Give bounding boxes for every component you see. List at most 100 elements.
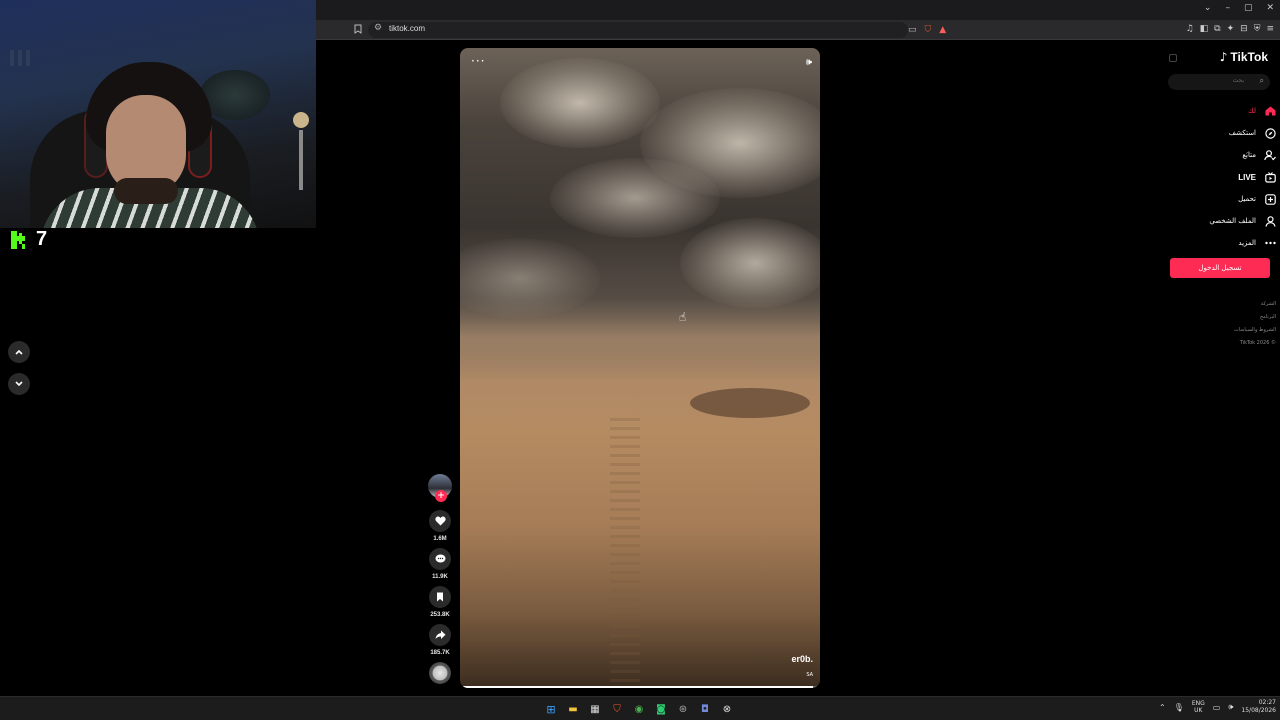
footer-link-terms[interactable]: الشروط والسياسات xyxy=(1234,324,1276,337)
address-bar-actions: ▭ ⛉ ▲ xyxy=(908,25,946,35)
clock[interactable]: 02:27 15/08/2026 xyxy=(1241,699,1276,715)
footer-link-program[interactable]: البرنامج xyxy=(1234,311,1276,324)
mouse-cursor-icon: ☝ xyxy=(679,310,687,324)
sand-tracks xyxy=(610,418,640,688)
tiktok-sidebar: ♪ TikTok بحث ⌕ لك استكشف متابَع LIVE تحم… xyxy=(1166,48,1280,358)
address-bar[interactable]: ⚙ tiktok.com ▭ ⛉ ▲ xyxy=(368,22,946,38)
chevron-down-icon xyxy=(15,381,23,387)
more-icon xyxy=(1264,237,1276,249)
sidebar-item-for-you[interactable]: لك xyxy=(1166,100,1280,122)
chevron-up-icon xyxy=(15,349,23,355)
search-input[interactable]: بحث ⌕ xyxy=(1168,74,1270,90)
dust-haze xyxy=(460,298,820,378)
chrome-icon[interactable]: ◉ xyxy=(632,702,646,716)
minimize-icon[interactable]: – xyxy=(1225,3,1230,13)
windows-start-icon[interactable]: ⊞ xyxy=(544,702,558,716)
upload-icon xyxy=(1264,193,1276,205)
following-icon xyxy=(1264,149,1276,161)
cast-icon[interactable]: ▭ xyxy=(908,25,917,35)
tiktok-note-icon: ♪ xyxy=(1219,50,1228,64)
language-indicator[interactable]: ENG UK xyxy=(1192,700,1205,714)
video-progress-fill xyxy=(460,686,813,688)
collapse-sidebar-icon[interactable] xyxy=(1169,54,1177,62)
sound-icon[interactable]: 🕪 xyxy=(806,57,812,68)
wall-sign xyxy=(10,50,66,66)
previous-video-button[interactable] xyxy=(8,341,30,363)
like-count: 1.6M xyxy=(433,536,447,542)
sidebar-footer: الشركة البرنامج الشروط والسياسات © 2026 … xyxy=(1234,298,1276,350)
comment-button[interactable] xyxy=(429,548,451,570)
close-icon[interactable]: ✕ xyxy=(1266,3,1274,13)
wallet-icon[interactable]: ⊟ xyxy=(1240,24,1248,34)
video-tag: SA xyxy=(806,672,813,678)
share-button[interactable] xyxy=(429,624,451,646)
streamer-beard xyxy=(114,178,178,204)
music-disc-icon[interactable] xyxy=(429,662,451,684)
browser-toolbar: ⚙ tiktok.com ▭ ⛉ ▲ ♫ ◧ ⧉ ✦ ⊟ ⛨ ≡ xyxy=(316,20,1280,40)
bookmark-icon[interactable] xyxy=(354,24,364,36)
media-icon[interactable]: ♫ xyxy=(1186,24,1194,34)
site-settings-icon[interactable]: ⚙ xyxy=(374,23,382,33)
taskbar-apps: ⊞ ▬ ▦ ⛉ ◉ ◙ ⊛ ◘ ⊗ xyxy=(544,702,734,716)
creator-avatar[interactable]: + xyxy=(428,474,452,502)
github-icon[interactable]: ⊛ xyxy=(676,702,690,716)
sidebar-item-upload[interactable]: تحميل xyxy=(1166,188,1280,210)
spotify-icon[interactable]: ◙ xyxy=(654,702,668,716)
maximize-icon[interactable]: ▢ xyxy=(1244,3,1253,13)
url-text[interactable]: tiktok.com xyxy=(389,24,425,33)
kick-logo-icon xyxy=(10,230,30,250)
dune-rocks xyxy=(690,388,810,418)
follow-button[interactable]: + xyxy=(435,490,447,502)
footer-copyright: © 2026 TikTok xyxy=(1239,340,1276,346)
heart-icon xyxy=(434,516,446,526)
tabs-icon[interactable]: ⧉ xyxy=(1214,24,1220,34)
sidebar-item-more[interactable]: المزيد xyxy=(1166,232,1280,254)
search-icon[interactable]: ⌕ xyxy=(1260,76,1264,86)
screen: ⌄ – ▢ ✕ ⚙ tiktok.com ▭ ⛉ ▲ ♫ ◧ ⧉ ✦ ⊟ ⛨ ≡ xyxy=(0,0,1280,720)
file-explorer-icon[interactable]: ▬ xyxy=(566,702,580,716)
video-more-options-icon[interactable]: ··· xyxy=(471,54,485,68)
system-tray: ⌃ 🎙 ENG UK ▭ 🕪 02:27 15/08/2026 xyxy=(1159,699,1276,715)
share-icon xyxy=(435,630,445,639)
like-button[interactable] xyxy=(429,510,451,532)
next-video-button[interactable] xyxy=(8,373,30,395)
kick-viewer-badge: 7 xyxy=(10,228,47,251)
video-progress-bar[interactable] xyxy=(460,686,820,688)
save-count: 253.8K xyxy=(430,612,450,618)
video-player[interactable]: ··· 🕪 ☝ er0b. SA xyxy=(460,48,820,688)
microphone-icon[interactable]: 🎙 xyxy=(1174,703,1184,712)
sidebar-toggle-icon[interactable]: ◧ xyxy=(1200,24,1209,34)
menu-icon[interactable]: ≡ xyxy=(1266,24,1274,34)
brave-shield-icon[interactable]: ⛉ xyxy=(925,25,932,35)
tiktok-logo[interactable]: ♪ TikTok xyxy=(1220,50,1268,64)
clock-time: 02:27 xyxy=(1258,699,1276,706)
brave-rewards-icon[interactable]: ▲ xyxy=(939,25,946,35)
login-button[interactable]: تسجيل الدخول xyxy=(1170,258,1270,278)
tray-overflow-icon[interactable]: ⌃ xyxy=(1159,703,1166,712)
window-controls: ⌄ – ▢ ✕ xyxy=(1204,3,1274,13)
tab-list-icon[interactable]: ⌄ xyxy=(1204,3,1212,13)
browser-extensions: ♫ ◧ ⧉ ✦ ⊟ ⛨ ≡ xyxy=(1186,24,1274,34)
cloud xyxy=(550,158,720,238)
brave-browser-icon[interactable]: ⛉ xyxy=(610,702,624,716)
volume-icon[interactable]: 🕪 xyxy=(1228,702,1233,712)
calendar-app-icon[interactable]: ▦ xyxy=(588,702,602,716)
live-icon xyxy=(1264,171,1276,183)
sidebar-item-profile[interactable]: الملف الشخصي xyxy=(1166,210,1280,232)
discord-icon[interactable]: ◘ xyxy=(698,702,712,716)
search-placeholder: بحث xyxy=(1232,77,1244,84)
trophy xyxy=(292,112,310,202)
clock-date: 15/08/2026 xyxy=(1241,707,1276,714)
extensions-icon[interactable]: ✦ xyxy=(1227,24,1235,34)
sidebar-item-explore[interactable]: استكشف xyxy=(1166,122,1280,144)
sidebar-menu: لك استكشف متابَع LIVE تحميل الملف الشخصي xyxy=(1166,100,1280,254)
network-icon[interactable]: ▭ xyxy=(1213,703,1221,712)
save-button[interactable] xyxy=(429,586,451,608)
footer-link-company[interactable]: الشركة xyxy=(1234,298,1276,311)
sidebar-item-following[interactable]: متابَع xyxy=(1166,144,1280,166)
sidebar-item-live[interactable]: LIVE xyxy=(1166,166,1280,188)
vpn-icon[interactable]: ⛨ xyxy=(1254,24,1261,34)
obs-icon[interactable]: ⊗ xyxy=(720,702,734,716)
share-count: 185.7K xyxy=(430,650,450,656)
comment-count: 11.9K xyxy=(432,574,448,580)
